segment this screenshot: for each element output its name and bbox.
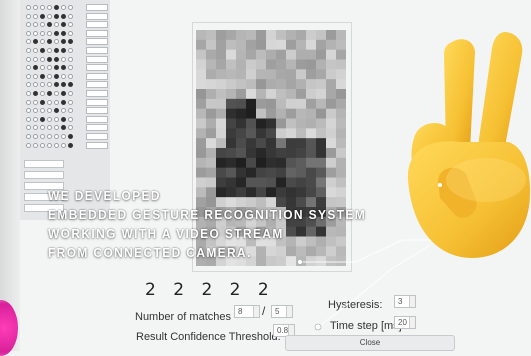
victory-hand-emoji [400, 30, 531, 260]
overlay-line-4: FROM CONNECTED CAMERA. [48, 245, 252, 260]
headline-overlay: WE DEVELOPED EMBEDDED GESTURE RECOGNITIO… [48, 186, 366, 262]
overlay-line-2: EMBEDDED GESTURE RECOGNITION SYSTEM [48, 207, 367, 222]
overlay-line-3: WORKING WITH A VIDEO STREAM [48, 226, 284, 241]
overlay-line-1: WE DEVELOPED [48, 188, 161, 203]
